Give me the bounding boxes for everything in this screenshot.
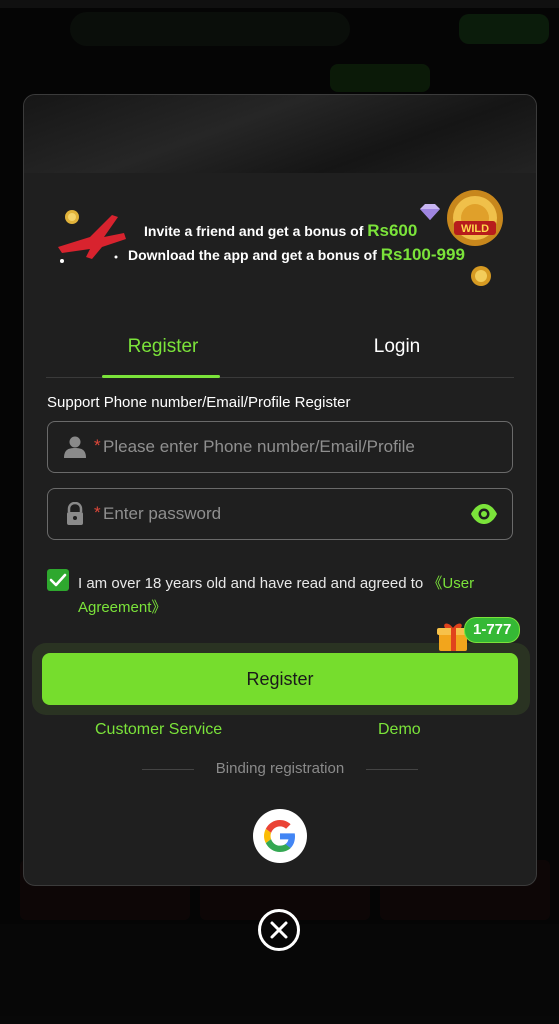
agreement-text: I am over 18 years old and have read and… — [78, 572, 516, 620]
check-icon — [49, 573, 67, 587]
google-icon — [264, 820, 295, 852]
account-field: * — [47, 421, 513, 473]
wild-badge-text: WILD — [461, 223, 489, 235]
promo-banner: Invite a friend and get a bonus of Rs600… — [24, 181, 536, 296]
demo-link[interactable]: Demo — [378, 721, 421, 739]
banner-download-line: Download the app and get a bonus of Rs10… — [128, 245, 465, 265]
account-input[interactable] — [103, 422, 463, 472]
tab-register[interactable]: Register — [46, 319, 280, 378]
required-mark: * — [94, 503, 101, 522]
password-input[interactable] — [103, 489, 463, 539]
close-icon[interactable] — [257, 908, 301, 952]
banner-invite-amount: Rs600 — [367, 221, 418, 240]
password-field: * — [47, 488, 513, 540]
auth-tabs: Register Login — [46, 319, 514, 378]
plane-icon — [58, 210, 126, 263]
wild-reel-icon: WILD — [447, 190, 503, 246]
banner-invite-text: Invite a friend and get a bonus of — [144, 223, 364, 239]
banner-download-text: Download the app and get a bonus of — [128, 247, 377, 263]
divider-right — [366, 769, 418, 770]
google-login-button[interactable] — [253, 809, 307, 863]
required-mark: * — [94, 436, 101, 455]
bonus-badge: 1-777 — [464, 617, 521, 643]
diamond-icon — [420, 204, 440, 220]
register-button[interactable]: Register — [42, 653, 518, 705]
divider-left — [142, 769, 194, 770]
lock-icon — [67, 502, 83, 525]
register-modal: Invite a friend and get a bonus of Rs600… — [23, 94, 537, 886]
modal-header-decoration — [24, 95, 536, 173]
agree-checkbox[interactable] — [47, 569, 69, 591]
support-label: Support Phone number/Email/Profile Regis… — [47, 394, 351, 411]
binding-registration-label: Binding registration — [215, 760, 345, 777]
banner-invite-line: Invite a friend and get a bonus of Rs600 — [144, 221, 417, 241]
customer-service-link[interactable]: Customer Service — [95, 721, 222, 739]
eye-icon[interactable] — [470, 503, 498, 525]
tab-login[interactable]: Login — [280, 319, 514, 376]
coin-icon — [471, 266, 491, 286]
agreement-label: I am over 18 years old and have read and… — [78, 575, 424, 592]
user-icon — [64, 436, 86, 458]
